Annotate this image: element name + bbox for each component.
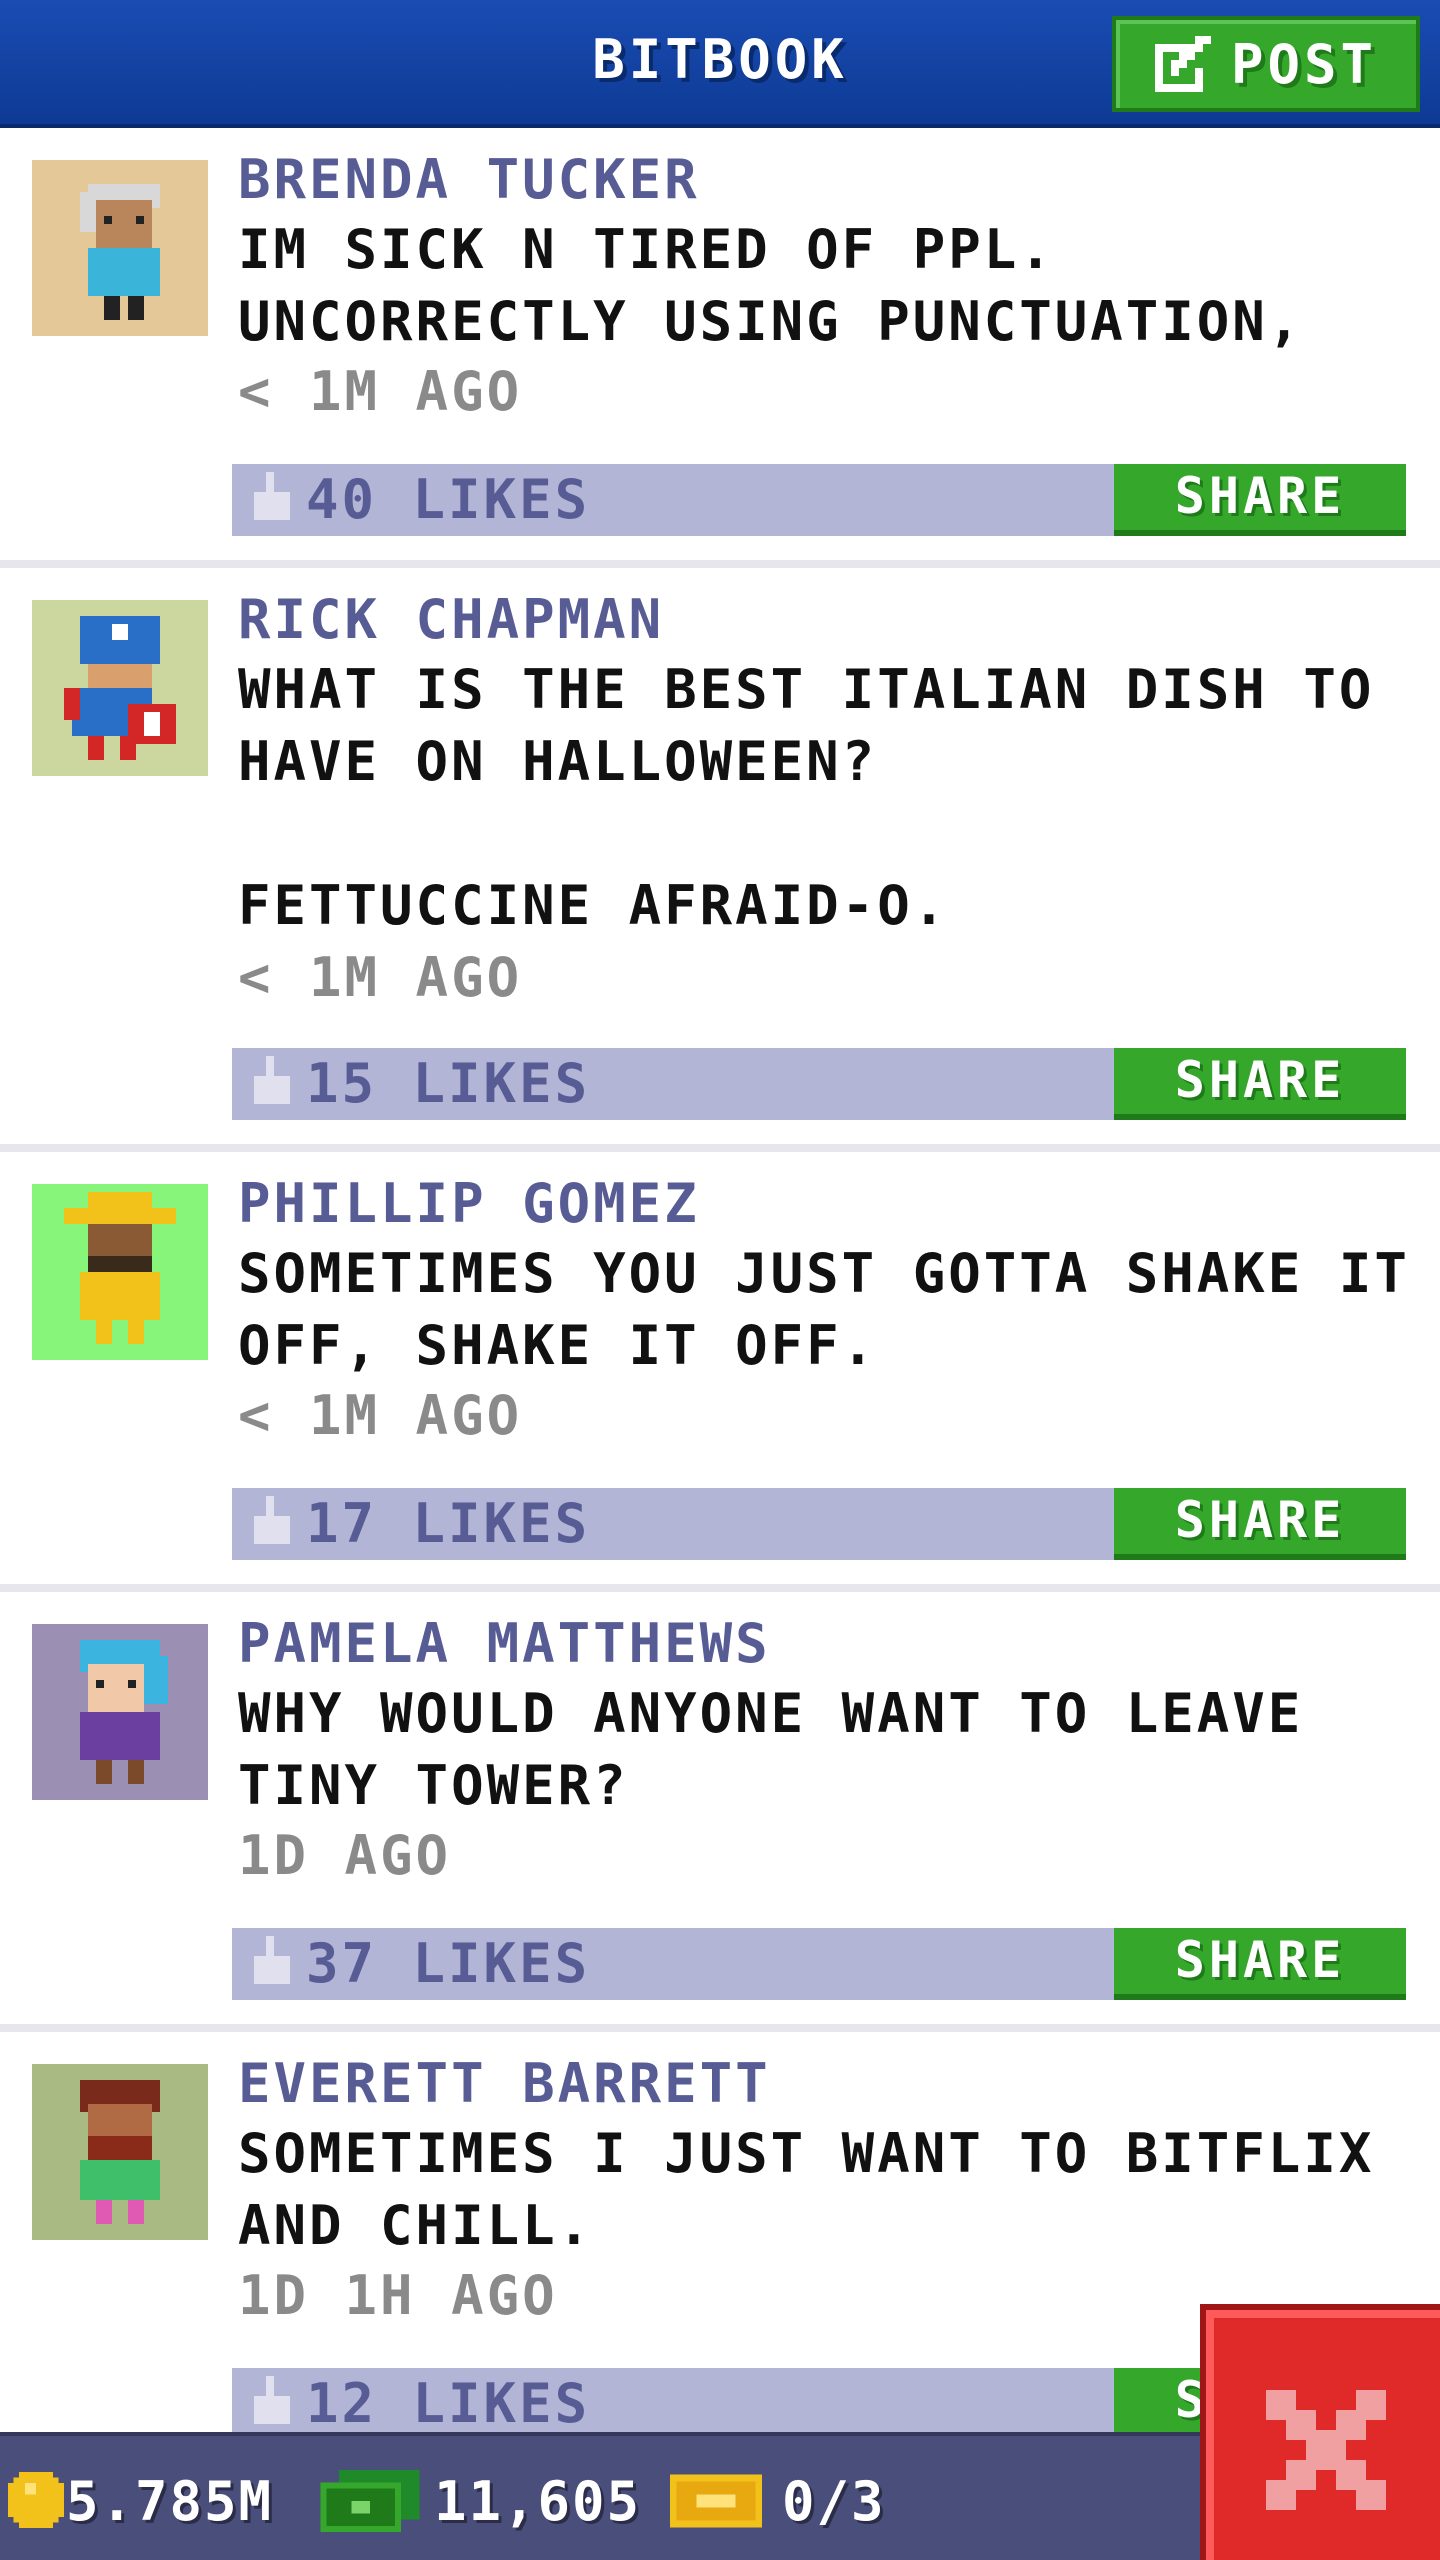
avatar[interactable] [32,1184,208,1360]
ticket-count: 0/3 [782,2470,886,2533]
avatar[interactable] [32,160,208,336]
ticket-icon [670,2474,762,2528]
post-author[interactable]: EVERETT BARRETT [238,2052,771,2115]
thumbs-up-icon[interactable] [250,2376,294,2428]
feed-list: BRENDA TUCKER IM SICK N TIRED OF PPL. UN… [0,128,1440,2472]
post-author[interactable]: BRENDA TUCKER [238,148,700,211]
post-timestamp: 1D 1H AGO [238,2264,558,2327]
thumbs-up-icon[interactable] [250,1496,294,1548]
bux-balance: 11,605 [434,2470,642,2533]
thumbs-up-icon[interactable] [250,472,294,524]
like-count: 12 LIKES [306,2372,591,2435]
post-message: IM SICK N TIRED OF PPL. UNCORRECTLY USIN… [238,218,1304,353]
post-message: SOMETIMES I JUST WANT TO BITFLIX AND CHI… [238,2122,1375,2257]
post-message: WHY WOULD ANYONE WANT TO LEAVE TINY TOWE… [238,1682,1304,1817]
avatar[interactable] [32,1624,208,1800]
post-timestamp: < 1M AGO [238,946,523,1009]
close-button[interactable] [1200,2304,1440,2560]
feed-post: PHILLIP GOMEZ SOMETIMES YOU JUST GOTTA S… [0,1152,1440,1592]
like-bar: 40 LIKES SHARE [232,464,1406,536]
post-message: WHAT IS THE BEST ITALIAN DISH TO HAVE ON… [238,658,1375,937]
feed-post: RICK CHAPMAN WHAT IS THE BEST ITALIAN DI… [0,568,1440,1152]
post-timestamp: < 1M AGO [238,360,523,423]
post-button[interactable]: POST [1112,16,1420,112]
post-author[interactable]: RICK CHAPMAN [238,588,664,651]
like-bar: 17 LIKES SHARE [232,1488,1406,1560]
post-author[interactable]: PHILLIP GOMEZ [238,1172,700,1235]
feed-post: BRENDA TUCKER IM SICK N TIRED OF PPL. UN… [0,128,1440,568]
share-button[interactable]: SHARE [1114,1048,1406,1120]
like-count: 17 LIKES [306,1492,591,1555]
like-count: 40 LIKES [306,468,591,531]
edit-icon [1154,36,1211,92]
app-header: BITBOOK POST [0,0,1440,128]
like-bar: 37 LIKES SHARE [232,1928,1406,2000]
thumbs-up-icon[interactable] [250,1056,294,1108]
avatar[interactable] [32,600,208,776]
like-count: 15 LIKES [306,1052,591,1115]
share-button[interactable]: SHARE [1114,464,1406,536]
post-author[interactable]: PAMELA MATTHEWS [238,1612,771,1675]
thumbs-up-icon[interactable] [250,1936,294,1988]
share-button[interactable]: SHARE [1114,1488,1406,1560]
post-button-label: POST [1230,32,1378,96]
post-timestamp: < 1M AGO [238,1384,523,1447]
post-timestamp: 1D AGO [238,1824,452,1887]
coin-icon [8,2472,64,2528]
post-message: SOMETIMES YOU JUST GOTTA SHAKE IT OFF, S… [238,1242,1410,1377]
feed-post: PAMELA MATTHEWS WHY WOULD ANYONE WANT TO… [0,1592,1440,2032]
share-button[interactable]: SHARE [1114,1928,1406,2000]
avatar[interactable] [32,2064,208,2240]
bux-icon [320,2470,420,2532]
coin-balance: 5.785M [66,2470,274,2533]
close-icon [1266,2390,1386,2510]
like-count: 37 LIKES [306,1932,591,1995]
like-bar: 15 LIKES SHARE [232,1048,1406,1120]
